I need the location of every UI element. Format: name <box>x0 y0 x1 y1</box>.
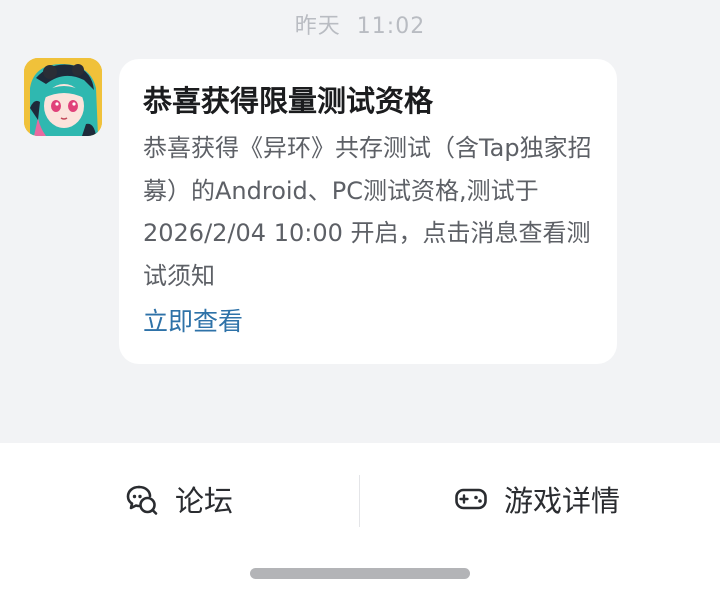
bottom-action-bar: 论坛 游戏详情 <box>0 443 720 590</box>
forum-button[interactable]: 论坛 <box>125 479 233 519</box>
timestamp-day: 昨天 <box>294 14 341 39</box>
chat-area: 昨天 11:02 恭喜获得限量测试资格 恭喜获得《异环》共存测试（含Tap独家招募… <box>0 0 720 443</box>
forum-label: 论坛 <box>175 484 234 518</box>
message-card[interactable]: 恭喜获得限量测试资格 恭喜获得《异环》共存测试（含Tap独家招募）的Androi… <box>119 59 617 364</box>
message-timestamp: 昨天 11:02 <box>0 8 720 40</box>
sender-avatar[interactable] <box>24 58 102 136</box>
home-indicator[interactable] <box>250 568 470 579</box>
game-details-button[interactable]: 游戏详情 <box>454 479 620 519</box>
gamepad-icon <box>455 488 487 510</box>
game-details-label: 游戏详情 <box>504 484 621 518</box>
timestamp-time: 11:02 <box>356 14 426 39</box>
message-body: 恭喜获得《异环》共存测试（含Tap独家招募）的Android、PC测试资格,测试… <box>143 134 592 290</box>
message-title: 恭喜获得限量测试资格 <box>143 84 434 118</box>
chat-bubbles-icon <box>126 485 158 515</box>
tab-divider <box>359 475 360 527</box>
game-character-avatar-icon <box>24 58 102 136</box>
view-now-link[interactable]: 立即查看 <box>143 304 243 340</box>
